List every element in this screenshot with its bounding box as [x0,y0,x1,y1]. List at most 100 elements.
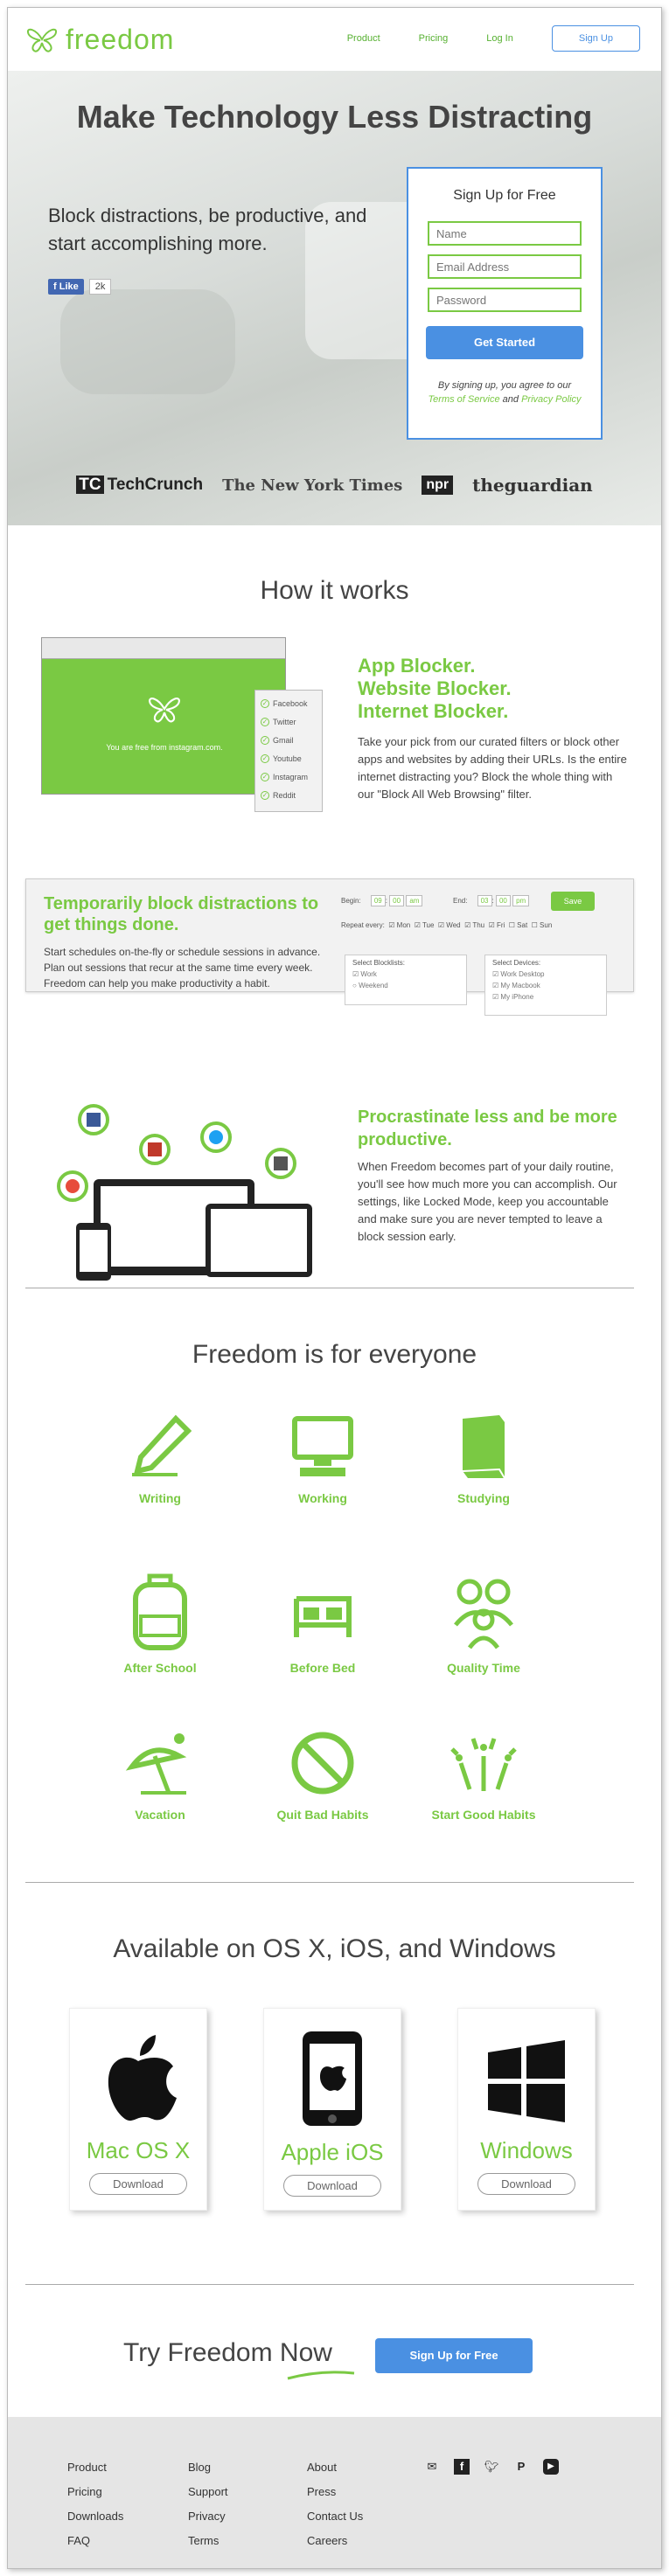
use-case-working: Working [244,1412,401,1505]
device-option[interactable]: ☑ My Macbook [492,982,599,989]
how-it-works-title: How it works [260,576,409,605]
platform-card-windows: Windows Download [457,2008,596,2211]
device-option[interactable]: ☑ Work Desktop [492,970,599,978]
press-logos: TC TechCrunch The New York Times npr theg… [8,475,661,496]
facebook-icon[interactable]: f [454,2459,470,2475]
nav-pricing[interactable]: Pricing [419,33,449,44]
use-case-label: Before Bed [289,1661,356,1675]
footer-link[interactable]: Product [67,2455,123,2480]
footer-link[interactable]: Press [307,2480,363,2504]
footer-link[interactable]: FAQ [67,2529,123,2553]
blocked-message: You are free from instagram.com. [106,743,223,752]
email-field[interactable] [428,254,582,279]
use-case-label: After School [123,1661,197,1675]
day-checkbox[interactable]: ☑ Mon [388,921,410,929]
underline-swoosh-icon [287,2371,355,2380]
pinterest-icon[interactable]: P [513,2459,529,2475]
terms-of-service-link[interactable]: Terms of Service [428,394,499,405]
site-footer: Product Pricing Downloads FAQ Blog Suppo… [8,2417,661,2568]
download-button[interactable]: Download [283,2175,381,2197]
day-checkbox[interactable]: ☑ Tue [415,921,435,929]
guardian-logo: theguardian [472,475,593,496]
computer-icon [292,1416,353,1476]
fireworks-icon [450,1738,517,1791]
blocklist-title: Select Blocklists: [352,959,406,967]
social-links: ✉ f 🐦︎ P ▶ [424,2459,559,2475]
facebook-like-button[interactable]: f Like [48,279,84,295]
platform-card-mac: Mac OS X Download [69,2008,207,2211]
footer-link[interactable]: Downloads [67,2504,123,2529]
hero-subtitle: Block distractions, be productive, and s… [48,205,367,254]
day-checkbox[interactable]: ☐ Sat [509,921,527,929]
blocklist-option[interactable]: ☑ Work [352,970,459,978]
begin-hour[interactable]: 09 [370,895,386,906]
use-case-before-bed: Before Bed [244,1581,401,1675]
day-checkbox[interactable]: ☑ Fri [489,921,505,929]
hero-background-shape [60,289,235,394]
download-button[interactable]: Download [89,2173,187,2195]
download-button[interactable]: Download [477,2173,575,2195]
everyone-title: Freedom is for everyone [192,1340,477,1369]
try-signup-button[interactable]: Sign Up for Free [375,2338,533,2373]
footer-link[interactable]: Support [188,2480,228,2504]
use-case-label: Working [298,1491,347,1505]
end-ampm[interactable]: pm [512,895,530,906]
site-header: freedom Product Pricing Log In Sign Up [8,8,661,71]
end-hour[interactable]: 03 [477,895,492,906]
terms-and: and [502,394,519,405]
facebook-like-label: Like [59,281,79,292]
browser-toolbar [42,638,285,659]
repeat-days: Repeat every: ☑ Mon ☑ Tue ☑ Wed ☑ Thu ☑ … [341,921,553,929]
blocklist-option[interactable]: ○ Weekend [352,982,459,989]
signup-form: Sign Up for Free Get Started By signing … [407,167,603,440]
save-button[interactable]: Save [551,892,595,911]
use-case-label: Start Good Habits [431,1808,536,1822]
name-field[interactable] [428,221,582,246]
privacy-policy-link[interactable]: Privacy Policy [521,394,581,405]
use-case-label: Writing [139,1491,181,1505]
windows-logo-icon [488,2040,565,2122]
password-field[interactable] [428,288,582,312]
nav-product[interactable]: Product [347,33,380,44]
footer-column: Blog Support Privacy Terms [188,2455,228,2553]
footer-column: Product Pricing Downloads FAQ [67,2455,123,2553]
day-checkbox[interactable]: ☐ Sun [532,921,553,929]
twitter-icon[interactable]: 🐦︎ [484,2459,499,2475]
schedule-title: Temporarily block distractions to get th… [44,894,319,934]
begin-minute[interactable]: 00 [389,895,405,906]
platforms-title: Available on OS X, iOS, and Windows [113,1934,556,1963]
day-checkbox[interactable]: ☑ Thu [464,921,484,929]
device-option[interactable]: ☑ My iPhone [492,993,599,1001]
procrastinate-feature: Procrastinate less and be more productiv… [358,1106,629,1246]
footer-link[interactable]: Careers [307,2529,363,2553]
end-minute[interactable]: 00 [495,895,511,906]
footer-link[interactable]: Privacy [188,2504,228,2529]
end-time: End: 03: 00 pm [453,895,530,906]
begin-ampm[interactable]: am [406,895,423,906]
day-checkbox[interactable]: ☑ Wed [438,921,461,929]
apple-logo-icon [108,2035,177,2121]
footer-link[interactable]: Contact Us [307,2504,363,2529]
footer-link[interactable]: Pricing [67,2480,123,2504]
nav-signup-button[interactable]: Sign Up [551,25,640,52]
youtube-icon[interactable]: ▶ [543,2459,559,2475]
mail-icon[interactable]: ✉ [424,2459,440,2475]
list-item: ✓ Facebook [261,698,308,708]
logo[interactable]: freedom [25,24,174,56]
terms-prefix: By signing up, you agree to our [437,380,572,391]
nav-login[interactable]: Log In [486,33,513,44]
blocked-sites-list: ✓ Facebook ✓ Twitter ✓ Gmail ✓ Youtube ✓ Inst… [254,690,323,812]
blocker-title: App Blocker. Website Blocker. Internet B… [358,655,512,722]
footer-link[interactable]: Terms [188,2529,228,2553]
umbrella-icon [125,1733,187,1795]
list-item: ✓ Youtube [261,753,302,763]
get-started-button[interactable]: Get Started [426,326,583,359]
facebook-like[interactable]: f Like 2k [48,279,112,295]
page-frame: freedom Product Pricing Log In Sign Up M… [7,7,662,2569]
backpack-icon [133,1573,187,1650]
platform-name: Apple iOS [281,2139,384,2165]
platform-card-ios: Apple iOS Download [263,2008,401,2211]
footer-link[interactable]: Blog [188,2455,228,2480]
footer-link[interactable]: About [307,2455,363,2480]
section-divider [25,1882,634,1883]
